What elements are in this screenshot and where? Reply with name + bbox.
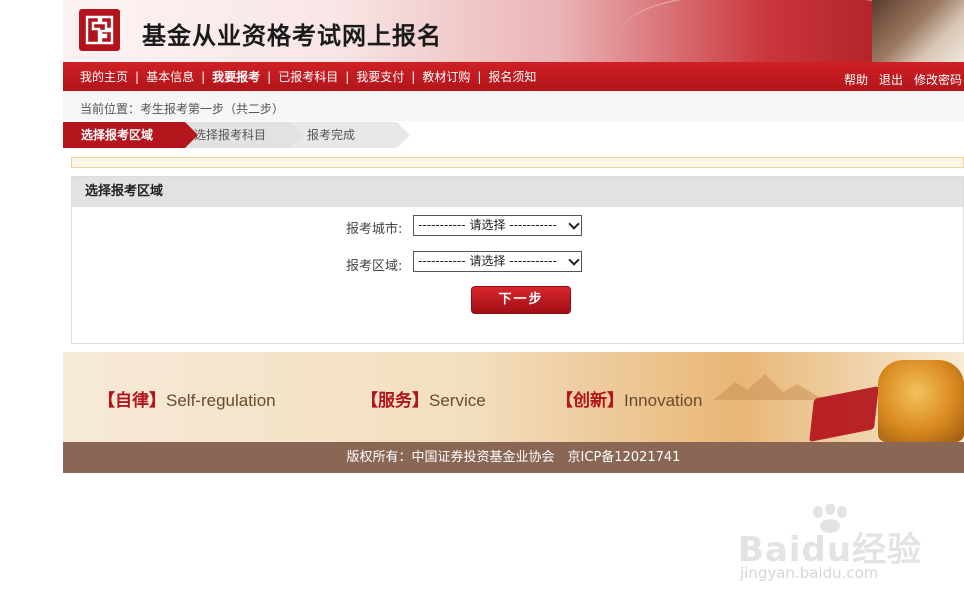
step-select-region: 选择报考区域 <box>63 122 185 148</box>
association-logo-icon <box>79 9 120 51</box>
notice-bar <box>71 157 964 168</box>
banner-item-service: 【服务】Service <box>361 391 486 410</box>
nav-item-payment[interactable]: 我要支付 <box>356 68 404 85</box>
breadcrumb: 当前位置：考生报考第一步（共二步） <box>63 91 964 121</box>
nav-separator: | <box>267 69 272 84</box>
header-seal-image <box>872 0 964 62</box>
watermark-url: jingyan.baidu.com <box>740 564 879 582</box>
region-form-panel: 选择报考区域 报考城市: ----------- 请选择 -----------… <box>71 176 964 344</box>
copyright-bar: 版权所有：中国证券投资基金业协会 京ICP备12021741 <box>63 442 964 473</box>
nav-item-registration-notice[interactable]: 报名须知 <box>488 68 536 85</box>
nav-left-group: 我的主页 | 基本信息 | 我要报考 | 已报考科目 | 我要支付 | 教材订购… <box>80 62 536 91</box>
step-select-subject: 选择报考科目 <box>185 122 291 148</box>
nav-item-textbook-order[interactable]: 教材订购 <box>422 68 470 85</box>
main-nav: 我的主页 | 基本信息 | 我要报考 | 已报考科目 | 我要支付 | 教材订购… <box>63 62 964 91</box>
city-label: 报考城市: <box>346 222 403 237</box>
nav-separator: | <box>135 69 140 84</box>
step-arrow <box>397 122 410 148</box>
mountains-decoration <box>713 374 833 400</box>
step-progress: 报考完成 选择报考科目 选择报考区域 <box>63 122 423 148</box>
area-select[interactable]: ----------- 请选择 ----------- <box>413 251 582 272</box>
step-arrow <box>185 122 198 148</box>
area-select-value: ----------- 请选择 ----------- <box>418 254 557 268</box>
chevron-down-icon <box>568 218 580 230</box>
baidu-watermark: Baidu经验 jingyan.baidu.com <box>738 504 921 594</box>
area-label: 报考区域: <box>346 259 403 274</box>
nav-item-home[interactable]: 我的主页 <box>80 68 128 85</box>
nav-separator: | <box>411 69 416 84</box>
nav-help-link[interactable]: 帮助 <box>844 71 868 88</box>
nav-change-password-link[interactable]: 修改密码 <box>914 71 962 88</box>
nav-item-register-exam[interactable]: 我要报考 <box>212 68 260 85</box>
site-title: 基金从业资格考试网上报名 <box>142 21 442 50</box>
seal-stone-image <box>878 360 964 442</box>
step-complete: 报考完成 <box>291 122 397 148</box>
banner-item-self-regulation: 【自律】Self-regulation <box>98 391 276 410</box>
breadcrumb-text: 当前位置：考生报考第一步（共二步） <box>80 102 285 116</box>
nav-right-group: 帮助 退出 修改密码 <box>833 71 962 88</box>
city-select-value: ----------- 请选择 ----------- <box>418 218 557 232</box>
nav-item-basic-info[interactable]: 基本信息 <box>146 68 194 85</box>
nav-separator: | <box>477 69 482 84</box>
city-select[interactable]: ----------- 请选择 ----------- <box>413 215 582 236</box>
site-header: 基金从业资格考试网上报名 <box>63 0 964 62</box>
chevron-down-icon <box>568 254 580 266</box>
panel-title: 选择报考区域 <box>72 177 963 207</box>
step-arrow <box>291 122 304 148</box>
values-banner: 【自律】Self-regulation 【服务】Service 【创新】Inno… <box>63 352 964 442</box>
next-step-button[interactable]: 下一步 <box>471 286 571 314</box>
nav-separator: | <box>201 69 206 84</box>
nav-item-registered-subjects[interactable]: 已报考科目 <box>278 68 338 85</box>
nav-separator: | <box>345 69 350 84</box>
banner-item-innovation: 【创新】Innovation <box>556 391 703 410</box>
nav-logout-link[interactable]: 退出 <box>879 71 903 88</box>
